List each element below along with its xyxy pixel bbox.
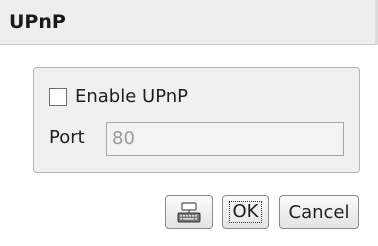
- port-input[interactable]: 80: [106, 122, 344, 156]
- enable-upnp-label: Enable UPnP: [75, 86, 189, 107]
- enable-upnp-option[interactable]: Enable UPnP: [49, 85, 188, 109]
- dialog-title: UPnP: [9, 11, 66, 33]
- keyboard-icon: [177, 202, 201, 223]
- cancel-button[interactable]: Cancel: [279, 195, 359, 229]
- keyboard-button[interactable]: [165, 195, 213, 229]
- port-label: Port: [49, 127, 85, 148]
- settings-group: Enable UPnP Port 80: [33, 67, 360, 173]
- enable-upnp-checkbox[interactable]: [49, 88, 67, 106]
- title-bar: UPnP: [0, 0, 378, 45]
- ok-button[interactable]: OK: [222, 195, 269, 229]
- upnp-dialog: UPnP Enable UPnP Port 80 OK Cancel: [0, 0, 378, 246]
- ok-button-label: OK: [228, 201, 263, 223]
- cancel-button-label: Cancel: [288, 201, 350, 223]
